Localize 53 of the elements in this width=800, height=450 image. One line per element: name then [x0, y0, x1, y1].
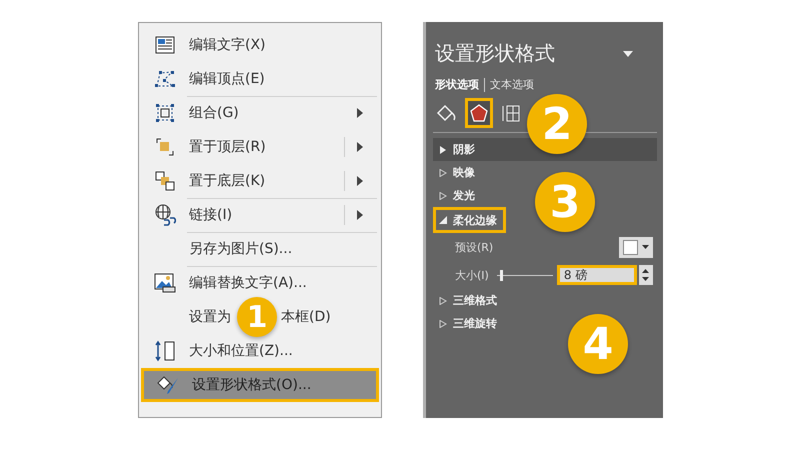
pane-title: 设置形状格式	[435, 40, 555, 67]
menu-item[interactable]: 另存为图片(S)...	[141, 232, 379, 266]
submenu-arrow-icon	[357, 108, 363, 118]
menu-item[interactable]: 编辑文字(X)	[141, 28, 379, 62]
section-header[interactable]: 柔化边缘	[433, 207, 506, 233]
submenu-arrow-icon	[357, 210, 363, 220]
collapsed-triangle-icon	[439, 168, 447, 176]
spin-arrows-icon	[642, 268, 650, 282]
field-label: 大小(I)	[455, 268, 489, 282]
menu-item[interactable]: 置于顶层(R)	[141, 130, 379, 164]
menu-item[interactable]: 大小和位置(Z)...	[141, 334, 379, 368]
collapsed-triangle-icon	[439, 320, 447, 328]
menu-item[interactable]: 组合(G)	[141, 96, 379, 130]
group-icon	[155, 103, 175, 123]
bring-to-front-icon	[155, 137, 175, 157]
section-header[interactable]: 三维格式	[433, 289, 497, 312]
text-box-icon	[155, 36, 175, 54]
menu-item[interactable]: 设置形状格式(O)...	[141, 368, 379, 402]
icon-tab[interactable]	[465, 98, 493, 128]
collapsed-triangle-icon	[439, 146, 447, 154]
pentagon-icon	[469, 103, 489, 123]
menu-item-text[interactable]: 本框(D)	[281, 308, 331, 326]
section-header[interactable]: 三维旋转	[433, 312, 497, 335]
spin-buttons[interactable]	[638, 265, 653, 285]
expanded-triangle-icon	[439, 216, 447, 224]
step-number-badge: 1	[237, 297, 277, 337]
tab[interactable]: 形状选项	[435, 77, 479, 92]
layout-icon	[501, 103, 521, 123]
dropdown-caret-icon[interactable]	[623, 50, 633, 56]
send-to-back-icon	[155, 171, 175, 191]
paint-bucket-icon	[156, 374, 180, 396]
section-header[interactable]: 映像	[433, 161, 475, 184]
globe-link-icon	[154, 204, 176, 226]
image-icon	[154, 273, 176, 293]
size-input[interactable]: 8 磅	[556, 265, 637, 285]
menu-item[interactable]: 编辑顶点(E)	[141, 62, 379, 96]
submenu-arrow-icon	[357, 176, 363, 186]
caret-icon	[642, 245, 649, 249]
collapsed-triangle-icon	[439, 296, 447, 304]
preset-dropdown[interactable]	[619, 236, 653, 258]
collapsed-triangle-icon	[439, 192, 447, 200]
tab[interactable]: 文本选项	[490, 77, 534, 92]
menu-item[interactable]: 链接(I)	[141, 198, 379, 232]
size-slider[interactable]	[496, 270, 553, 280]
menu-item[interactable]: 编辑替换文字(A)...	[141, 266, 379, 300]
field-label: 预设(R)	[455, 240, 494, 254]
submenu-arrow-icon	[357, 142, 363, 152]
menu-item-text[interactable]: 设置为	[189, 308, 231, 326]
menu-item[interactable]: 置于底层(K)	[141, 164, 379, 198]
paint-bucket-icon	[436, 103, 458, 123]
edit-points-icon	[154, 70, 176, 88]
size-icon	[154, 340, 176, 362]
section-header[interactable]: 发光	[433, 184, 475, 207]
